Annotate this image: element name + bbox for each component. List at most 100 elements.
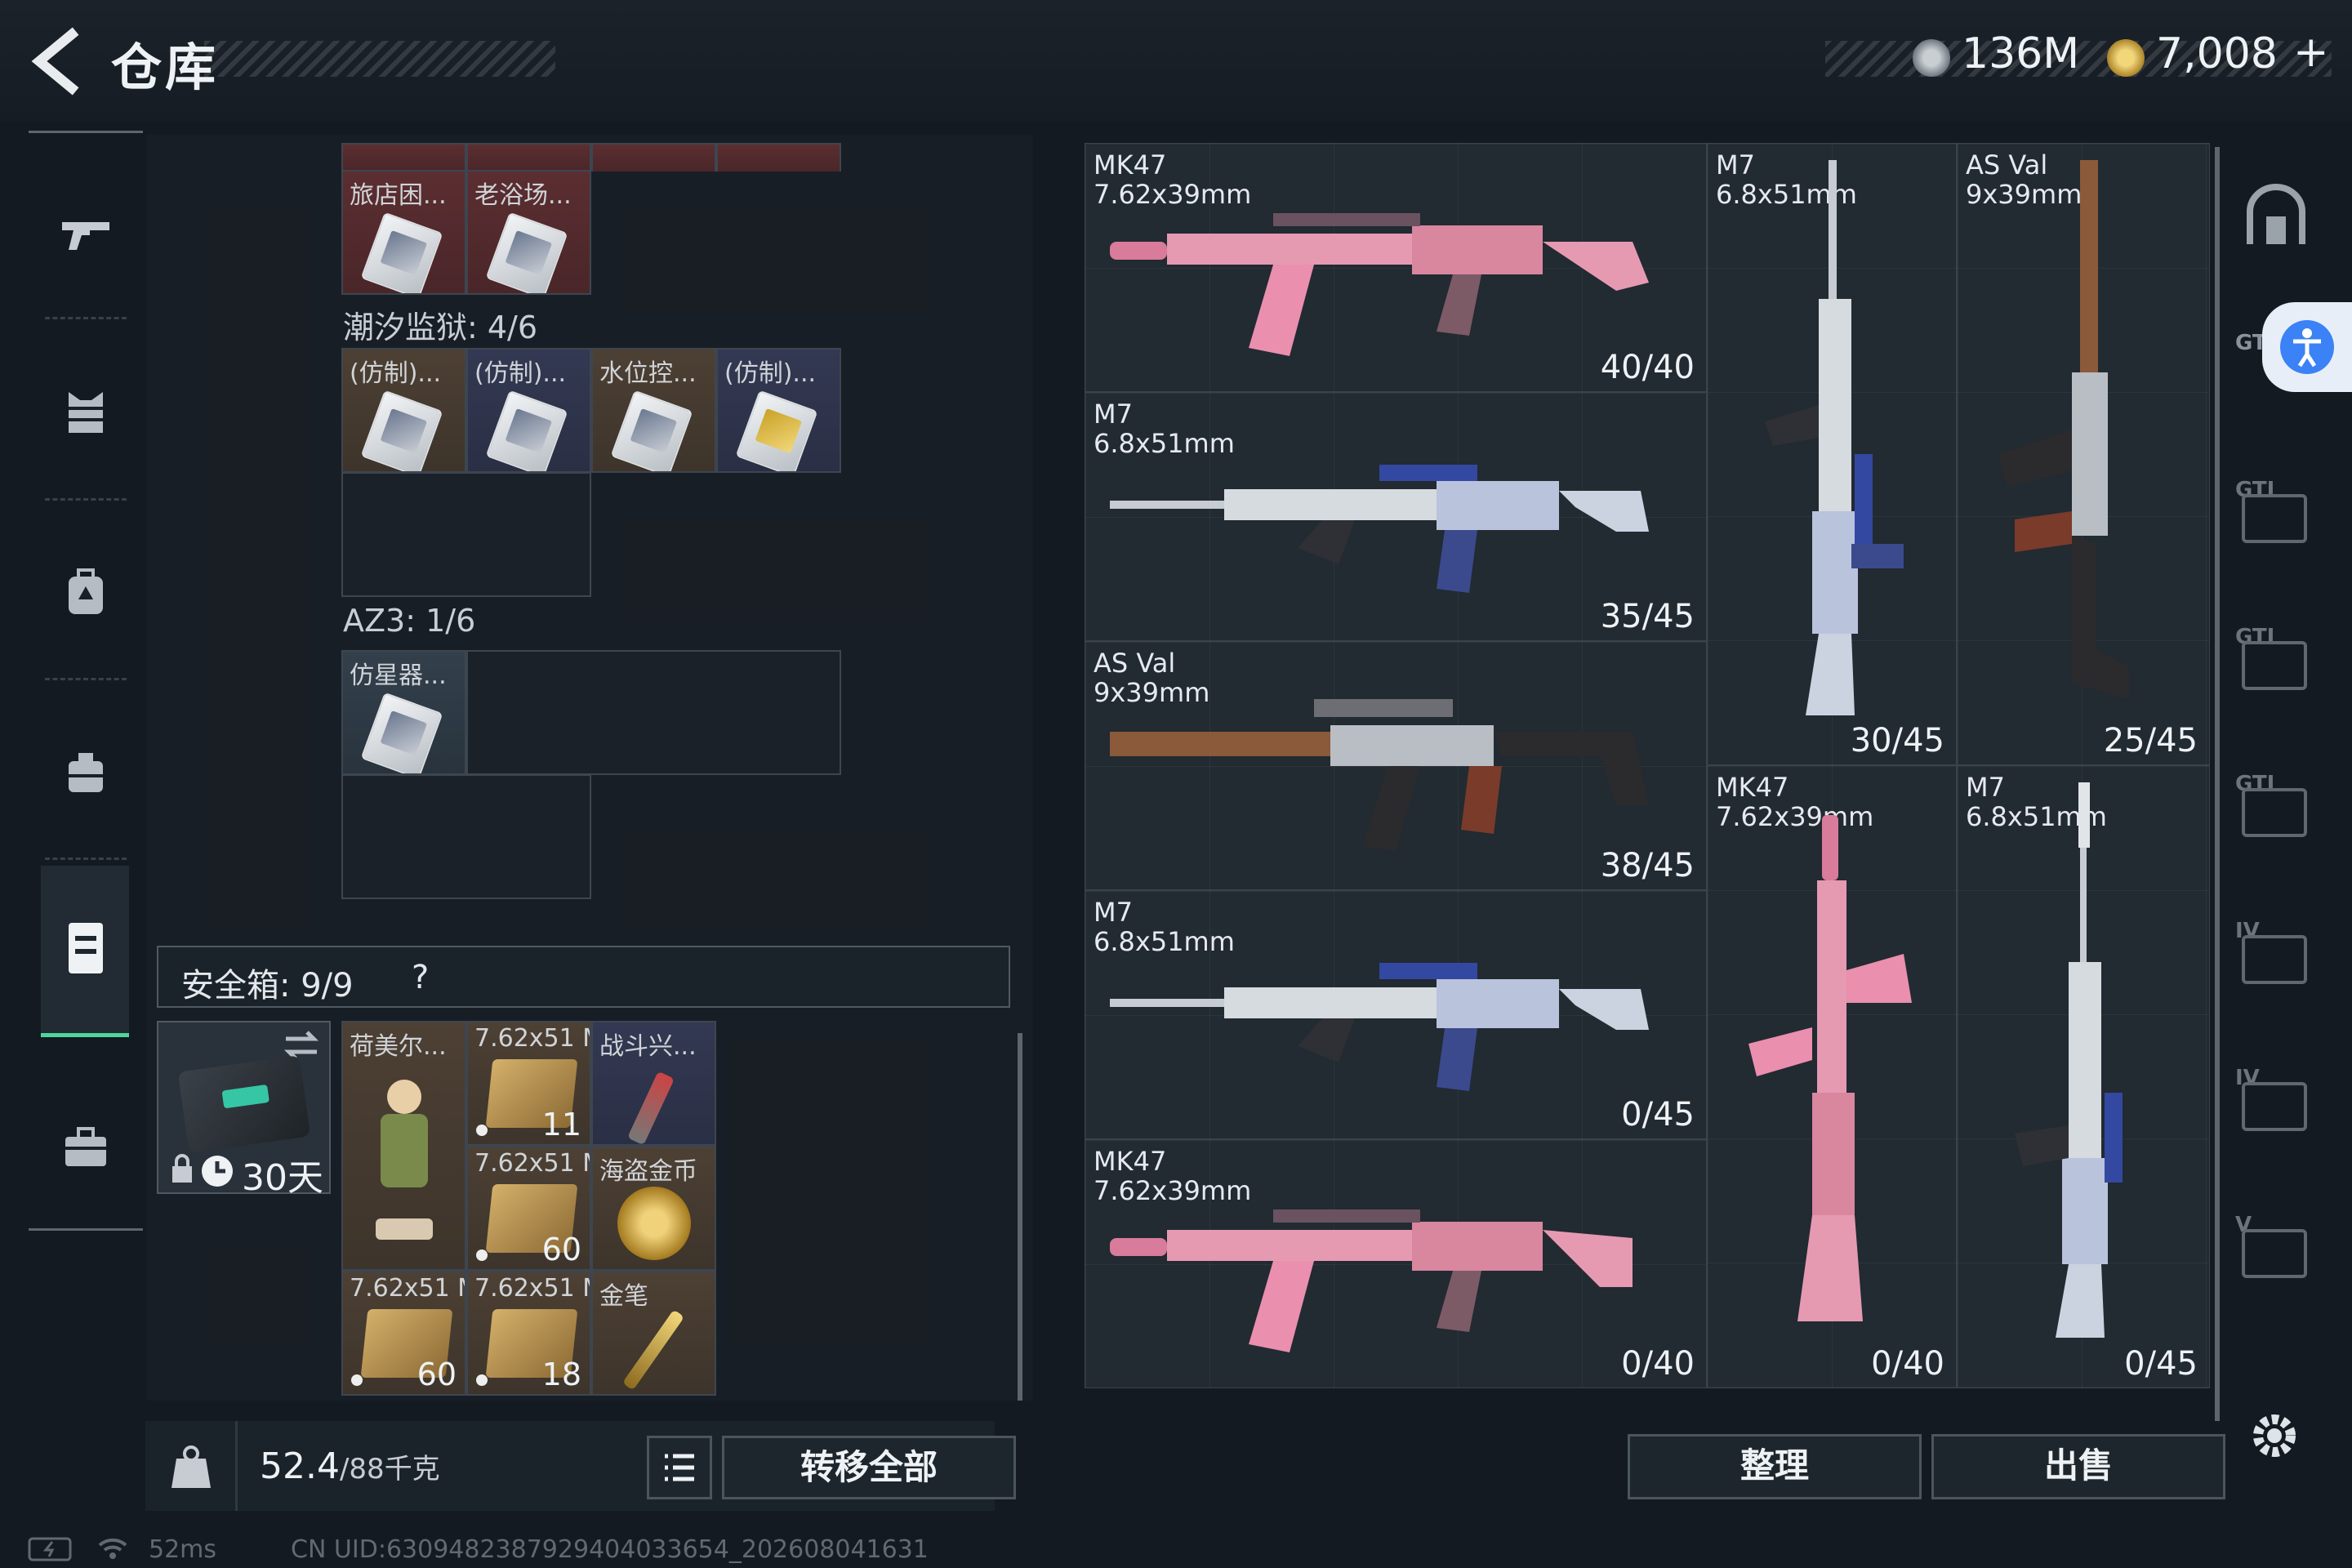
chest-rig-icon[interactable] — [57, 743, 114, 800]
battery-icon — [28, 1537, 72, 1561]
clock-icon — [202, 1156, 233, 1187]
section-title: AZ3: 1/6 — [343, 603, 476, 639]
status-bar: 52ms CN UID:6309482387929404033654_20260… — [0, 1526, 2352, 1568]
list-view-button[interactable] — [647, 1436, 712, 1499]
rifle-copper-icon — [1110, 699, 1649, 851]
gun-icon[interactable] — [57, 204, 114, 261]
rifle-blue-vertical-icon — [1765, 160, 1904, 715]
silver-coin-icon — [1913, 39, 1950, 77]
empty-slot[interactable] — [341, 472, 591, 597]
item-ammo-box[interactable]: 7.62x51 M8060 — [466, 1146, 591, 1271]
left-nav — [29, 131, 143, 1233]
rifle-blue-icon — [1110, 465, 1649, 593]
safe-box-icon — [177, 1055, 311, 1153]
currency-gold-amount: 7,008 — [2156, 29, 2278, 78]
storage-tab-icon[interactable] — [2242, 1229, 2307, 1278]
weapon-scrollbar[interactable] — [2215, 147, 2220, 1421]
weapon-slot[interactable]: M7 6.8x51mm 0/45 — [1957, 765, 2210, 1388]
page-title: 仓库 — [111, 38, 220, 97]
weapon-slot[interactable]: M7 6.8x51mm 30/45 — [1707, 143, 1957, 765]
keycard-icon — [360, 212, 443, 293]
back-arrow-icon[interactable] — [24, 24, 90, 98]
list-icon — [665, 1454, 694, 1481]
weapon-slot[interactable]: MK47 7.62x39mm 0/40 — [1085, 1139, 1707, 1388]
wifi-icon — [98, 1538, 127, 1559]
item-gold-pen[interactable]: 金笔 — [591, 1271, 716, 1396]
keycard-icon — [610, 390, 693, 471]
empty-slot[interactable] — [466, 650, 841, 775]
nav-item-safe-box-active[interactable] — [41, 866, 129, 1037]
lock-icon — [172, 1154, 192, 1183]
item-keycard[interactable]: 水位控... — [591, 348, 716, 473]
item-keycard[interactable]: 老浴场... — [466, 170, 591, 295]
gold-pen-icon — [621, 1309, 685, 1391]
keycard-icon — [485, 212, 568, 293]
gold-coin-icon — [2107, 39, 2145, 77]
keycard-icon — [485, 390, 568, 471]
rifle-blue-icon — [1110, 963, 1649, 1091]
storage-tab-icon[interactable] — [2242, 788, 2307, 837]
add-storage-icon[interactable] — [2242, 1082, 2307, 1131]
weapon-slot[interactable]: AS Val 9x39mm 25/45 — [1957, 143, 2210, 765]
safe-box-container[interactable]: 30天 — [157, 1021, 331, 1199]
briefcase-icon[interactable] — [57, 1119, 114, 1176]
weapon-slot[interactable]: MK47 7.62x39mm 0/40 — [1707, 765, 1957, 1388]
safe-box-duration: 30天 — [242, 1157, 323, 1199]
keycard-icon — [360, 390, 443, 471]
storage-tab-icon[interactable] — [2242, 494, 2307, 543]
empty-slot[interactable] — [341, 774, 591, 899]
rifle-copper-vertical-icon — [1998, 160, 2129, 699]
clipped-item[interactable] — [341, 143, 466, 172]
backpack-icon[interactable] — [57, 564, 114, 621]
ping-value: 52ms — [149, 1535, 217, 1564]
storage-tab-icon[interactable] — [2242, 935, 2307, 984]
transfer-all-button[interactable]: 转移全部 — [722, 1436, 1016, 1499]
safe-box-label: 安全箱: 9/9 — [181, 967, 354, 1004]
rifle-pink-icon — [1110, 213, 1649, 356]
sell-button[interactable]: 出售 — [1931, 1434, 2225, 1499]
keycard-icon — [360, 692, 443, 773]
storage-tab-icon[interactable] — [2242, 641, 2307, 690]
inventory-scrollbar[interactable] — [1018, 1033, 1022, 1401]
weapon-slot[interactable]: MK47 7.62x39mm 40/40 — [1085, 143, 1707, 392]
item-combat-stim[interactable]: 战斗兴... — [591, 1021, 716, 1146]
item-ammo-box[interactable]: 7.62x51 M8060 — [341, 1271, 466, 1396]
add-currency-button[interactable]: + — [2293, 28, 2329, 77]
settings-gear-icon[interactable] — [2247, 1409, 2301, 1463]
rifle-pink-vertical-icon — [1748, 815, 1912, 1321]
stim-injector-icon — [627, 1071, 675, 1144]
item-figurine[interactable]: 荷美尔... — [341, 1021, 466, 1271]
item-ammo-box[interactable]: 7.62x51 M6218 — [466, 1271, 591, 1396]
nav-divider — [29, 1228, 143, 1231]
weapon-slot[interactable]: AS Val 9x39mm 38/45 — [1085, 641, 1707, 890]
keycard-icon — [735, 390, 818, 471]
accessibility-button[interactable] — [2262, 302, 2352, 392]
item-ammo-box[interactable]: 7.62x51 M6211 — [466, 1021, 591, 1146]
clipped-item[interactable] — [716, 143, 841, 172]
item-keycard[interactable]: (仿制)... — [341, 348, 466, 473]
weapon-slot[interactable]: M7 6.8x51mm 0/45 — [1085, 890, 1707, 1139]
armor-vest-icon[interactable] — [57, 384, 114, 441]
item-keycard[interactable]: (仿制)... — [716, 348, 841, 473]
currency-silver-amount: 136M — [1962, 29, 2080, 78]
item-keycard[interactable]: (仿制)... — [466, 348, 591, 473]
accessibility-icon — [2280, 320, 2334, 374]
pirate-coin-icon — [617, 1187, 691, 1260]
sort-button[interactable]: 整理 — [1628, 1434, 1922, 1499]
clipped-item[interactable] — [591, 143, 716, 172]
item-keycard[interactable]: 仿星器... — [341, 650, 466, 775]
vault-icon[interactable] — [2243, 184, 2309, 249]
safe-box-header: 安全箱: 9/9 ? — [157, 946, 1010, 1008]
clipped-item[interactable] — [466, 143, 591, 172]
weapon-grid: MK47 7.62x39mm 40/40 M7 6.8x51mm 35/45 AS … — [1085, 143, 2210, 1388]
item-pirate-coin[interactable]: 海盗金币 — [591, 1146, 716, 1271]
rifle-pink-icon — [1110, 1209, 1633, 1352]
weapon-slot[interactable]: M7 6.8x51mm 35/45 — [1085, 392, 1707, 641]
rifle-blue-vertical-icon — [2015, 782, 2123, 1338]
item-keycard[interactable]: 旅店困... — [341, 170, 466, 295]
title-hatch-decoration — [204, 41, 555, 77]
figurine-icon — [376, 1080, 433, 1243]
weight-icon — [172, 1446, 211, 1488]
help-icon[interactable]: ? — [412, 959, 429, 996]
carry-weight: 52.4/88千克 — [260, 1446, 440, 1487]
